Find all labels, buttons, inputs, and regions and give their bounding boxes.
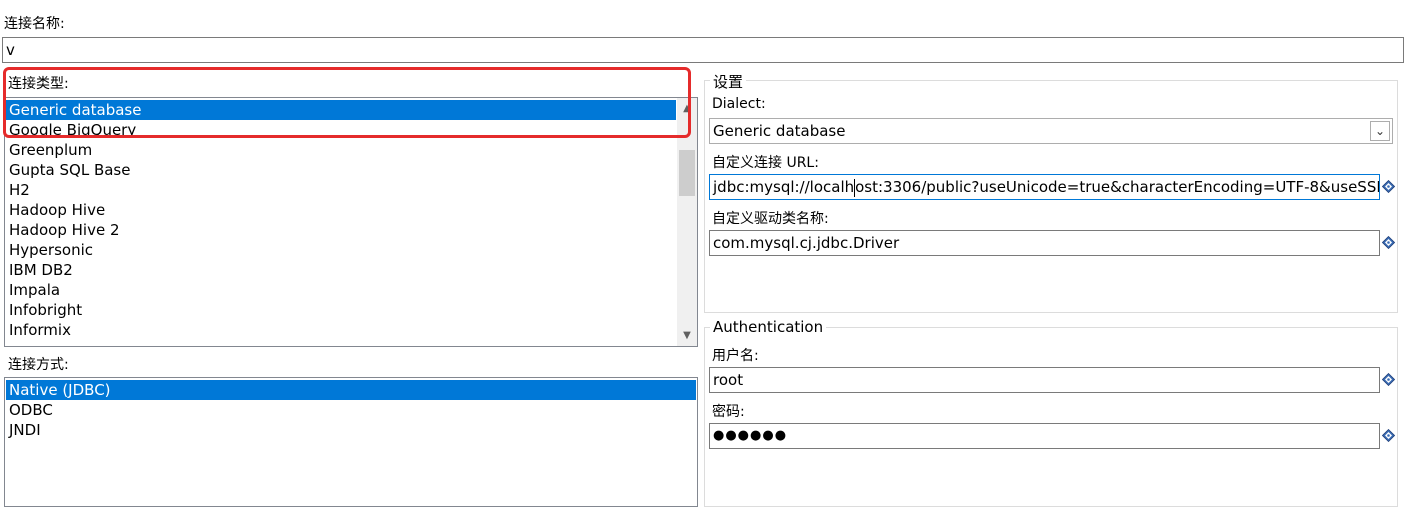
access-method-list[interactable]: Native (JDBC) ODBC JNDI: [4, 377, 698, 507]
custom-driver-label: 自定义驱动类名称:: [712, 211, 829, 227]
list-item[interactable]: H2: [6, 180, 676, 200]
connection-name-label: 连接名称:: [4, 16, 65, 32]
settings-group-title: 设置: [710, 71, 747, 92]
list-item[interactable]: JNDI: [6, 420, 696, 440]
password-input[interactable]: ●●●●●●: [709, 423, 1380, 449]
username-input[interactable]: root: [709, 367, 1380, 393]
list-item[interactable]: Infobright: [6, 300, 676, 320]
diamond-variable-icon[interactable]: [1382, 373, 1395, 386]
dialect-select[interactable]: Generic database ⌄: [709, 118, 1393, 144]
authentication-group-title: Authentication: [710, 318, 827, 336]
list-item[interactable]: Informix: [6, 320, 676, 340]
diamond-variable-icon[interactable]: [1382, 429, 1395, 442]
access-method-label: 连接方式:: [8, 357, 69, 373]
password-label: 密码:: [712, 404, 745, 420]
list-item[interactable]: Native (JDBC): [6, 380, 696, 400]
list-item[interactable]: Gupta SQL Base: [6, 160, 676, 180]
list-item[interactable]: Impala: [6, 280, 676, 300]
authentication-group: [704, 327, 1398, 507]
list-item[interactable]: Hadoop Hive: [6, 200, 676, 220]
dialect-label: Dialect:: [712, 96, 766, 112]
username-label: 用户名:: [712, 348, 759, 364]
list-item[interactable]: Greenplum: [6, 140, 676, 160]
list-item[interactable]: Hypersonic: [6, 240, 676, 260]
diamond-variable-icon[interactable]: [1382, 180, 1395, 193]
connection-name-input[interactable]: v: [2, 37, 1404, 63]
dialect-value: Generic database: [713, 122, 846, 140]
chevron-down-icon[interactable]: ⌄: [1370, 121, 1390, 141]
list-item[interactable]: IBM DB2: [6, 260, 676, 280]
list-item[interactable]: ODBC: [6, 400, 696, 420]
scroll-down-arrow[interactable]: ▼: [677, 327, 697, 344]
custom-url-label: 自定义连接 URL:: [712, 155, 819, 171]
scroll-thumb[interactable]: [679, 150, 695, 196]
custom-driver-input[interactable]: com.mysql.cj.jdbc.Driver: [709, 230, 1380, 256]
custom-url-input[interactable]: jdbc:mysql://localhost:3306/public?useUn…: [709, 174, 1380, 200]
diamond-variable-icon[interactable]: [1382, 236, 1395, 249]
list-item[interactable]: Hadoop Hive 2: [6, 220, 676, 240]
highlight-annotation-box: [3, 67, 691, 138]
